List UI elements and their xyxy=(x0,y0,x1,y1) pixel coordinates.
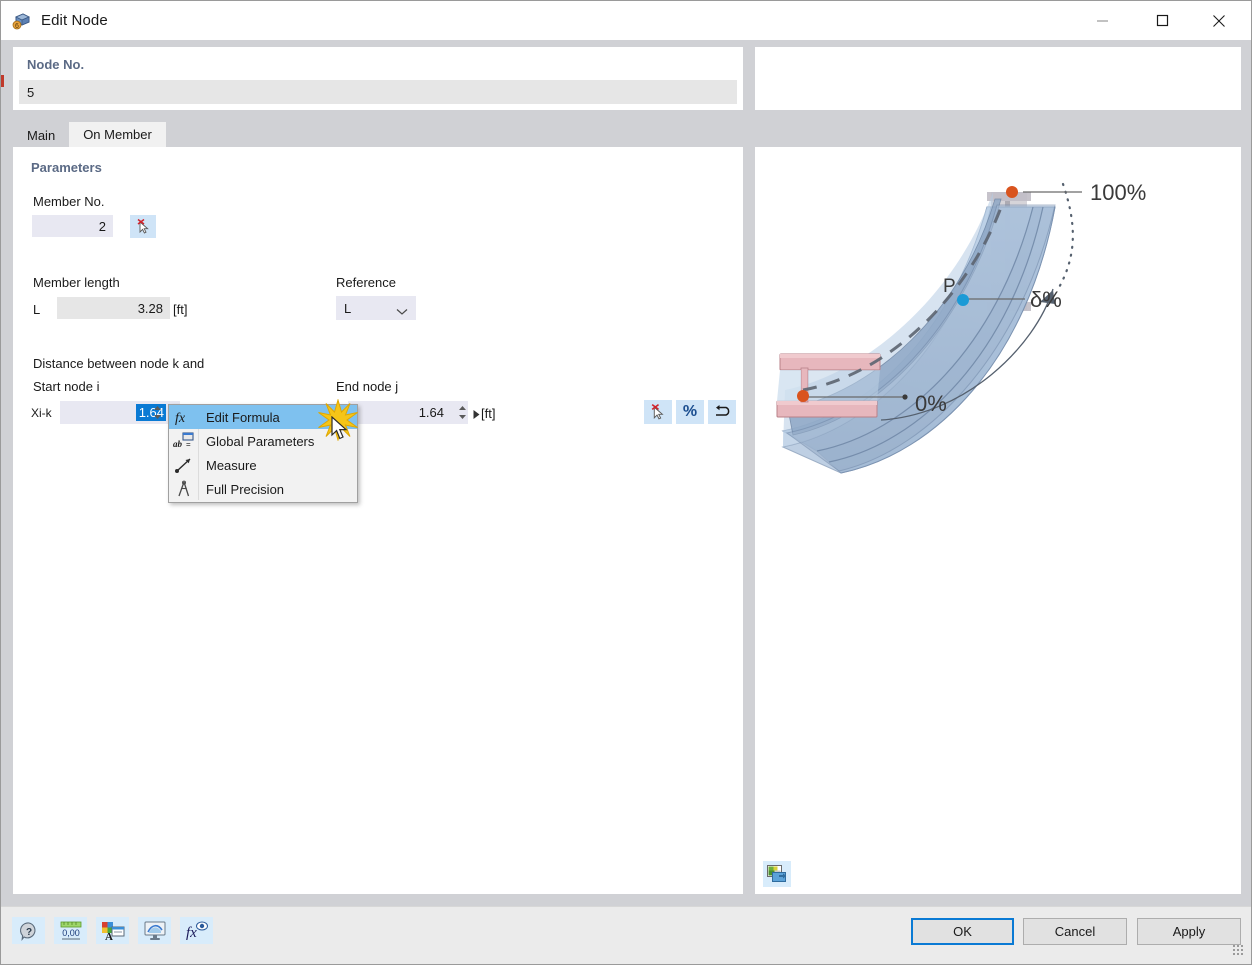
menu-item-full-precision[interactable]: Full Precision xyxy=(169,477,357,501)
end-node-unit: [ft] xyxy=(481,406,496,421)
menu-item-label: Global Parameters xyxy=(206,433,315,449)
menu-item-label: Measure xyxy=(206,457,257,473)
label-point-p: P xyxy=(943,276,956,297)
context-menu: fx Edit Formula ab = Global Parameters M… xyxy=(168,404,358,503)
visibility-icon[interactable] xyxy=(138,917,171,944)
member-no-input[interactable]: 2 xyxy=(32,215,113,237)
member-length-symbol: L xyxy=(33,302,41,317)
tab-on-member[interactable]: On Member xyxy=(69,122,166,147)
reference-label: Reference xyxy=(336,275,396,290)
menu-item-edit-formula[interactable]: fx Edit Formula xyxy=(169,405,357,429)
label-100-percent: 100% xyxy=(1090,180,1146,205)
svg-text:?: ? xyxy=(25,927,31,938)
menu-item-global-parameters[interactable]: ab = Global Parameters xyxy=(169,429,357,453)
measure-ruler-icon xyxy=(169,453,198,477)
end-node-value: 1.64 xyxy=(418,405,444,420)
display-properties-icon[interactable]: A xyxy=(96,917,129,944)
label-0-percent: 0% xyxy=(915,391,947,416)
xik-symbol: Xi-k xyxy=(31,406,52,420)
reference-select[interactable]: L xyxy=(336,296,416,320)
window-title: Edit Node xyxy=(41,12,108,29)
parameters-panel: Parameters Member No. 2 Member length L … xyxy=(13,147,743,894)
parameters-heading: Parameters xyxy=(31,160,102,175)
node-number-label: Node No. xyxy=(27,57,85,72)
pick-select-icon[interactable] xyxy=(644,400,672,424)
percent-icon[interactable]: % xyxy=(676,400,704,424)
percent-glyph: % xyxy=(682,403,698,420)
ok-button[interactable]: OK xyxy=(911,918,1014,945)
end-node-label: End node j xyxy=(336,379,399,394)
reference-value: L xyxy=(344,300,352,316)
end-node-input[interactable]: 1.64 xyxy=(348,401,468,424)
cancel-button[interactable]: Cancel xyxy=(1023,918,1127,945)
preview-panel: 100% δ% 0% P xyxy=(755,147,1241,894)
menu-item-measure[interactable]: Measure xyxy=(169,453,357,477)
node-cube-icon: 6 xyxy=(12,11,32,31)
apply-button[interactable]: Apply xyxy=(1137,918,1241,945)
label-delta-percent: δ% xyxy=(1030,287,1062,312)
decimal-places-icon[interactable]: 0,00 xyxy=(54,917,87,944)
xik-input[interactable]: 1.64 xyxy=(60,401,180,424)
edit-node-dialog: 6 Edit Node Node No. 5 Main On Member Pa… xyxy=(0,0,1252,965)
chevron-down-icon xyxy=(396,304,408,319)
reset-arrow-icon[interactable] xyxy=(708,400,736,424)
title-bar: 6 Edit Node xyxy=(1,1,1251,40)
svg-text:=: = xyxy=(186,440,191,449)
member-length-value-field: 3.28 xyxy=(57,297,170,319)
mouse-cursor-icon xyxy=(331,415,351,443)
member-beam-diagram: 100% δ% 0% P xyxy=(776,180,1146,474)
member-length-unit: [ft] xyxy=(173,302,188,317)
svg-text:fx: fx xyxy=(186,925,197,941)
svg-text:ab: ab xyxy=(173,439,183,449)
svg-text:6: 6 xyxy=(15,23,19,30)
help-question-icon[interactable]: ? xyxy=(12,917,45,944)
distance-heading: Distance between node k and xyxy=(33,356,205,371)
node-number-value: 5 xyxy=(27,84,35,100)
xik-spinner[interactable] xyxy=(153,404,162,421)
formula-eye-icon[interactable]: fx xyxy=(180,917,213,944)
end-node-dropdown-arrow-icon[interactable] xyxy=(472,408,481,423)
footer-divider xyxy=(1,906,1251,907)
close-button[interactable] xyxy=(1196,1,1242,40)
svg-text:0,00: 0,00 xyxy=(62,928,80,938)
node-number-input[interactable]: 5 xyxy=(19,80,737,104)
member-no-label: Member No. xyxy=(33,194,105,209)
member-no-value: 2 xyxy=(98,218,106,234)
minimize-button[interactable] xyxy=(1079,1,1125,40)
end-node-spinner[interactable] xyxy=(458,404,467,421)
tab-bar: Main On Member xyxy=(13,122,166,147)
member-length-value: 3.28 xyxy=(137,300,163,316)
tab-main[interactable]: Main xyxy=(13,123,69,147)
footer-bar: ? 0,00 A fx OK Cancel Apply xyxy=(1,906,1251,964)
ab-equals-icon: ab = xyxy=(169,429,198,453)
svg-text:fx: fx xyxy=(175,411,186,426)
node-number-panel: Node No. 5 xyxy=(13,47,743,110)
compass-divider-icon xyxy=(169,477,198,501)
start-node-label: Start node i xyxy=(33,379,100,394)
edge-marker xyxy=(1,75,4,87)
maximize-button[interactable] xyxy=(1139,1,1185,40)
pick-select-icon[interactable] xyxy=(130,215,156,238)
member-length-label: Member length xyxy=(33,275,120,290)
menu-item-label: Full Precision xyxy=(206,481,285,497)
preview-image-toggle-icon[interactable] xyxy=(763,861,791,887)
menu-item-label: Edit Formula xyxy=(206,409,280,425)
fx-icon: fx xyxy=(169,405,198,429)
node-number-side-panel xyxy=(755,47,1241,110)
